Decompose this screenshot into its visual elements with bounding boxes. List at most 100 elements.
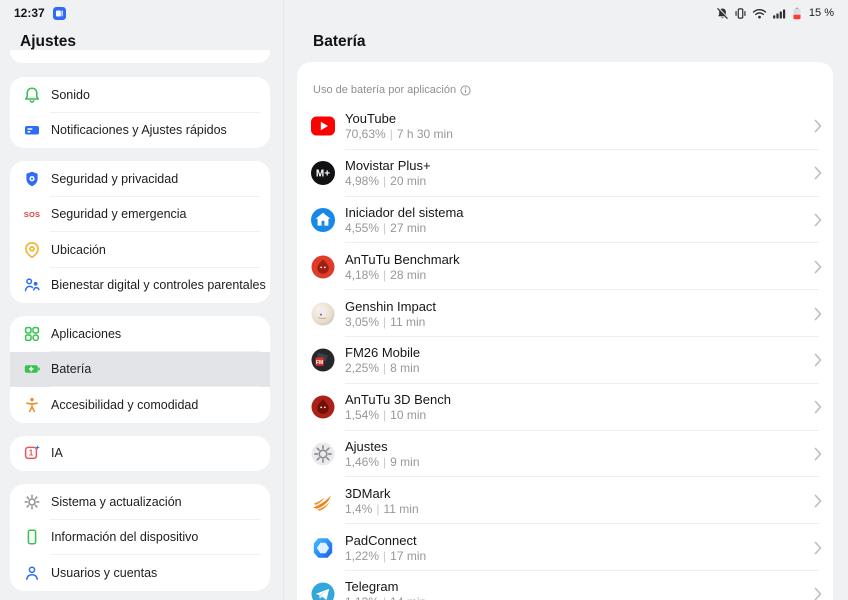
app-text: Genshin Impact3,05%|11 min (345, 299, 436, 329)
app-usage-stats: 70,63%|7 h 30 min (345, 128, 453, 141)
stat-separator: | (379, 595, 390, 600)
battery-app-row-ajustes[interactable]: Ajustes1,46%|9 min (297, 431, 833, 478)
app-text: AnTuTu Benchmark 4,18%|28 min (345, 252, 460, 282)
threedmark-icon (310, 488, 336, 514)
app-name: 3DMark (345, 486, 419, 501)
app-text: Ajustes1,46%|9 min (345, 439, 420, 469)
clock: 12:37 (14, 6, 45, 20)
settings-group: 1 IA (10, 436, 270, 472)
app-usage-stats: 4,55%|27 min (345, 222, 464, 235)
stat-separator: | (372, 502, 383, 516)
app-battery-percent: 1,46% (345, 455, 379, 469)
sos-icon: SOS (23, 205, 41, 223)
app-name: Movistar Plus+ (345, 158, 431, 173)
sidebar-item-label: Sonido (51, 88, 90, 102)
notifications-icon (23, 121, 41, 139)
sidebar-item-label: Bienestar digital y controles parentales (51, 278, 266, 292)
sidebar-item-label: Seguridad y emergencia (51, 207, 187, 221)
security-shield-icon (23, 170, 41, 188)
sidebar-item-seguridad-y-emergencia[interactable]: SOS Seguridad y emergencia (10, 197, 270, 233)
sidebar-item-usuarios-y-cuentas[interactable]: Usuarios y cuentas (10, 555, 270, 591)
sidebar-item-label: Notificaciones y Ajustes rápidos (51, 123, 227, 137)
stat-separator: | (379, 268, 390, 282)
stat-separator: | (379, 361, 390, 375)
battery-panel[interactable]: Uso de batería por aplicación YouTube 70,… (297, 62, 833, 600)
battery-status-icon (792, 7, 802, 20)
sidebar-item-aplicaciones[interactable]: Aplicaciones (10, 316, 270, 352)
sidebar-item-label: Accesibilidad y comodidad (51, 398, 198, 412)
sidebar-item-label: IA (51, 446, 63, 460)
sidebar-item-informacion-del-dispositivo[interactable]: Información del dispositivo (10, 520, 270, 556)
section-label-text: Uso de batería por aplicación (313, 84, 456, 96)
sidebar-item-ubicacion[interactable]: Ubicación (10, 232, 270, 268)
sidebar-item-bateria[interactable]: Batería (10, 352, 270, 388)
app-usage-time: 11 min (383, 502, 418, 516)
info-icon[interactable] (460, 85, 471, 96)
battery-app-row-movistar-plus[interactable]: M+Movistar Plus+4,98%|20 min (297, 150, 833, 197)
app-usage-time: 8 min (390, 361, 419, 375)
app-usage-stats: 1,4%|11 min (345, 503, 419, 516)
battery-app-row-iniciador-del-sistema[interactable]: Iniciador del sistema 4,55%|27 min (297, 197, 833, 244)
device-info-icon (23, 528, 41, 546)
app-usage-stats: 4,18%|28 min (345, 269, 460, 282)
antutu-benchmark-icon (310, 254, 336, 280)
vibrate-icon (734, 7, 747, 20)
app-name: AnTuTu 3D Bench (345, 392, 451, 407)
app-name: PadConnect (345, 533, 426, 548)
sidebar-item-bienestar-digital-y-controles-parentales[interactable]: Bienestar digital y controles parentales (10, 268, 270, 304)
battery-app-row-padconnect[interactable]: PadConnect 1,22%|17 min (297, 524, 833, 571)
sidebar-item-seguridad-y-privacidad[interactable]: Seguridad y privacidad (10, 161, 270, 197)
antutu-3d-bench-icon (310, 394, 336, 420)
svg-text:FM: FM (316, 360, 323, 366)
app-usage-time: 7 h 30 min (397, 127, 453, 141)
sidebar-item-label: Seguridad y privacidad (51, 172, 178, 186)
app-usage-stats: 1,22%|17 min (345, 550, 426, 563)
stat-separator: | (386, 127, 397, 141)
app-usage-time: 10 min (390, 408, 426, 422)
chevron-right-icon (814, 260, 822, 274)
app-text: PadConnect 1,22%|17 min (345, 533, 426, 563)
sidebar-item-sistema-y-actualizacion[interactable]: Sistema y actualización (10, 484, 270, 520)
battery-app-row-antutu-3d-bench[interactable]: AnTuTu 3D Bench1,54%|10 min (297, 384, 833, 431)
mute-icon (716, 7, 729, 20)
page-title-battery: Batería (313, 33, 366, 51)
app-usage-stats: 3,05%|11 min (345, 316, 436, 329)
sidebar-item-sonido[interactable]: Sonido (10, 77, 270, 113)
battery-app-list[interactable]: YouTube 70,63%|7 h 30 min M+ Movistar Plus+… (297, 103, 833, 600)
app-text: Telegram 1,13%|14 min (345, 579, 426, 600)
chevron-right-icon (814, 494, 822, 508)
users-accounts-icon (23, 564, 41, 582)
app-usage-time: 17 min (390, 549, 426, 563)
app-name: Iniciador del sistema (345, 205, 464, 220)
ai-icon: 1 (23, 444, 41, 462)
chevron-right-icon (814, 213, 822, 227)
battery-app-row-genshin-impact[interactable]: Genshin Impact3,05%|11 min (297, 290, 833, 337)
sidebar-item-label: Aplicaciones (51, 327, 121, 341)
location-pin-icon (23, 241, 41, 259)
stat-separator: | (379, 315, 390, 329)
battery-app-row-youtube[interactable]: YouTube 70,63%|7 h 30 min (297, 103, 833, 150)
battery-app-row-fm26-mobile[interactable]: FMFM26 Mobile2,25%|8 min (297, 337, 833, 384)
app-name: AnTuTu Benchmark (345, 252, 460, 267)
app-text: Iniciador del sistema 4,55%|27 min (345, 205, 464, 235)
sidebar-item-label: Información del dispositivo (51, 530, 198, 544)
youtube-icon (310, 113, 336, 139)
battery-app-row-telegram[interactable]: Telegram 1,13%|14 min (297, 571, 833, 600)
app-name: Telegram (345, 579, 426, 594)
status-icons: 15 % (716, 7, 834, 20)
settings-group: Sonido Notificaciones y Ajustes rápidos (10, 77, 270, 148)
app-usage-stats: 2,25%|8 min (345, 362, 420, 375)
settings-sidebar[interactable]: Sonido Notificaciones y Ajustes rápidos Se… (10, 50, 270, 600)
sidebar-item-accesibilidad-y-comodidad[interactable]: Accesibilidad y comodidad (10, 387, 270, 423)
sidebar-item-ia[interactable]: 1 IA (10, 436, 270, 472)
stat-separator: | (379, 455, 390, 469)
svg-text:M+: M+ (316, 169, 330, 180)
chevron-right-icon (814, 307, 822, 321)
sidebar-item-notificaciones-y-ajustes-rapidos[interactable]: Notificaciones y Ajustes rápidos (10, 113, 270, 149)
genshin-impact-icon (310, 301, 336, 327)
app-usage-stats: 1,13%|14 min (345, 596, 426, 600)
chevron-right-icon (814, 166, 822, 180)
battery-app-row-3dmark[interactable]: 3DMark 1,4%|11 min (297, 477, 833, 524)
app-name: YouTube (345, 111, 453, 126)
battery-app-row-antutu-benchmark[interactable]: AnTuTu Benchmark 4,18%|28 min (297, 243, 833, 290)
